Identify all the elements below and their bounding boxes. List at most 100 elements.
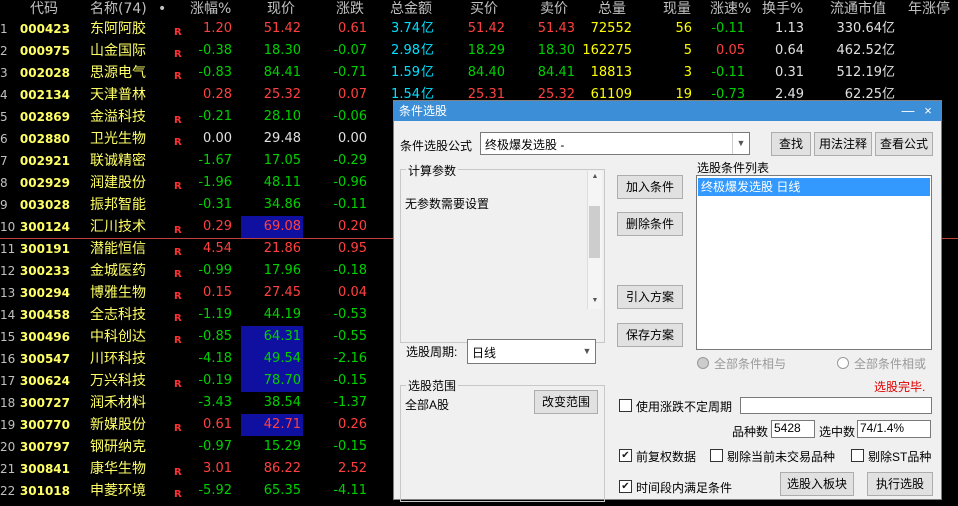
- usage-notes-button[interactable]: 用法注释: [814, 132, 872, 156]
- cell-spd: 0.05: [716, 43, 745, 58]
- period-select[interactable]: 日线 ▼: [467, 339, 596, 364]
- column-header[interactable]: 涨速%: [710, 0, 751, 18]
- scroll-up-icon[interactable]: ▲: [588, 173, 602, 180]
- cell-i: 8: [0, 176, 8, 190]
- column-header[interactable]: 名称(74): [90, 0, 147, 18]
- condition-list[interactable]: 终极爆发选股 日线: [696, 175, 932, 350]
- cell-price: 64.31: [241, 326, 303, 348]
- variable-period-label: 使用涨跌不定周期: [636, 400, 733, 414]
- column-header[interactable]: 总金额: [390, 0, 432, 18]
- selected-label: 选中数: [819, 425, 856, 439]
- scroll-down-icon[interactable]: ▼: [588, 297, 602, 304]
- radio-and[interactable]: [697, 357, 709, 369]
- cell-chg: -2.16: [333, 351, 367, 366]
- table-row[interactable]: 2 000975 山金国际 R -0.38 18.30 -0.07 2.98 亿 18.29 18.…: [0, 40, 958, 62]
- cell-name: 中科创达: [90, 329, 146, 345]
- table-row[interactable]: 1 000423 东阿阿胶 R 1.20 51.42 0.61 3.74 亿 51.42 51.43…: [0, 18, 958, 40]
- cell-name: 川环科技: [90, 351, 146, 367]
- cell-spd: -0.11: [711, 65, 745, 80]
- cell-name: 新媒股份: [90, 417, 146, 433]
- column-header[interactable]: 年涨停: [908, 0, 950, 18]
- cell-chg: -0.53: [333, 307, 367, 322]
- find-button[interactable]: 查找: [771, 132, 811, 156]
- pre-adjust-label: 前复权数据: [636, 450, 697, 464]
- chevron-down-icon[interactable]: ▼: [579, 340, 595, 363]
- cell-code: 003028: [19, 198, 70, 212]
- formula-value: 终极爆发选股 -: [485, 138, 565, 152]
- column-header[interactable]: 现价: [267, 0, 295, 18]
- cell-i: 22: [0, 484, 16, 498]
- column-header[interactable]: 代码: [30, 0, 58, 18]
- column-header[interactable]: •: [158, 0, 166, 18]
- cell-name: 钢研纳克: [90, 439, 146, 455]
- table-row[interactable]: 3 002028 思源电气 R -0.83 84.41 -0.71 1.59 亿 84.40 84.…: [0, 62, 958, 84]
- change-range-button[interactable]: 改变范围: [534, 390, 598, 414]
- cell-ask: 18.30: [537, 43, 575, 58]
- cell-price: 21.86: [263, 241, 301, 256]
- cell-i: 3: [0, 66, 8, 80]
- cell-chg: -0.96: [333, 175, 367, 190]
- cell-chg: -0.07: [333, 43, 367, 58]
- import-scheme-button[interactable]: 引入方案: [617, 285, 683, 309]
- cell-vol: 72552: [590, 21, 632, 36]
- cell-name: 金城医药: [90, 263, 146, 279]
- save-scheme-button[interactable]: 保存方案: [617, 323, 683, 347]
- cell-bid: 51.42: [467, 21, 505, 36]
- cell-turn: 0.64: [775, 43, 804, 58]
- cell-code: 300124: [19, 220, 70, 234]
- cell-i: 11: [0, 242, 16, 256]
- cell-pct: -0.38: [198, 43, 232, 58]
- cell-code: 002134: [19, 88, 70, 102]
- cell-price: 17.96: [263, 263, 301, 278]
- add-condition-button[interactable]: 加入条件: [617, 175, 683, 199]
- cell-name: 卫光生物: [90, 131, 146, 147]
- scroll-thumb[interactable]: [589, 206, 600, 258]
- exclude-untraded-checkbox[interactable]: [710, 449, 723, 462]
- execute-selection-button[interactable]: 执行选股: [867, 472, 933, 496]
- cell-code: 301018: [19, 484, 70, 498]
- cell-name: 润禾材料: [90, 395, 146, 411]
- cell-i: 4: [0, 88, 8, 102]
- cell-i: 7: [0, 154, 8, 168]
- radio-or[interactable]: [837, 357, 849, 369]
- minimize-icon[interactable]: —: [900, 102, 916, 120]
- cell-i: 17: [0, 374, 16, 388]
- cell-i: 19: [0, 418, 16, 432]
- column-header[interactable]: 涨跌: [336, 0, 364, 18]
- exclude-st-checkbox[interactable]: [851, 449, 864, 462]
- time-cond-checkbox[interactable]: ✔: [619, 480, 632, 493]
- cell-code: 002880: [19, 132, 70, 146]
- cell-price: 78.70: [241, 370, 303, 392]
- condition-list-item[interactable]: 终极爆发选股 日线: [698, 178, 930, 196]
- cell-code: 300841: [19, 462, 70, 476]
- cell-chg: -0.11: [333, 197, 367, 212]
- add-to-block-button[interactable]: 选股入板块: [780, 472, 854, 496]
- cell-i: 21: [0, 462, 16, 476]
- variable-period-input[interactable]: [740, 397, 932, 414]
- cell-name: 金溢科技: [90, 109, 146, 125]
- chevron-down-icon[interactable]: ▼: [732, 133, 749, 154]
- cell-pct: -5.92: [198, 483, 232, 498]
- cell-code: 300233: [19, 264, 70, 278]
- column-header[interactable]: 流通市值: [830, 0, 886, 18]
- variable-period-checkbox[interactable]: [619, 399, 632, 412]
- cell-code: 300797: [19, 440, 70, 454]
- cell-name: 汇川技术: [90, 219, 146, 235]
- delete-condition-button[interactable]: 删除条件: [617, 212, 683, 236]
- column-header[interactable]: 卖价: [540, 0, 568, 18]
- params-scrollbar[interactable]: ▲ ▼: [587, 171, 602, 309]
- params-text: 无参数需要设置: [405, 197, 490, 211]
- view-formula-button[interactable]: 查看公式: [875, 132, 933, 156]
- cell-code: 002929: [19, 176, 70, 190]
- column-header[interactable]: 买价: [470, 0, 498, 18]
- cell-pct: 1.20: [203, 21, 232, 36]
- column-header[interactable]: 现量: [663, 0, 691, 18]
- condition-stock-selection-dialog: 条件选股 — × 条件选股公式 终极爆发选股 - ▼ 查找 用法注释 查看公式 …: [393, 100, 942, 502]
- close-icon[interactable]: ×: [920, 102, 936, 120]
- cell-pct: -0.19: [198, 373, 232, 388]
- column-header[interactable]: 换手%: [762, 0, 803, 18]
- column-header[interactable]: 涨幅%: [190, 0, 231, 18]
- formula-select[interactable]: 终极爆发选股 - ▼: [480, 132, 750, 155]
- pre-adjust-checkbox[interactable]: ✔: [619, 449, 632, 462]
- column-header[interactable]: 总量: [598, 0, 626, 18]
